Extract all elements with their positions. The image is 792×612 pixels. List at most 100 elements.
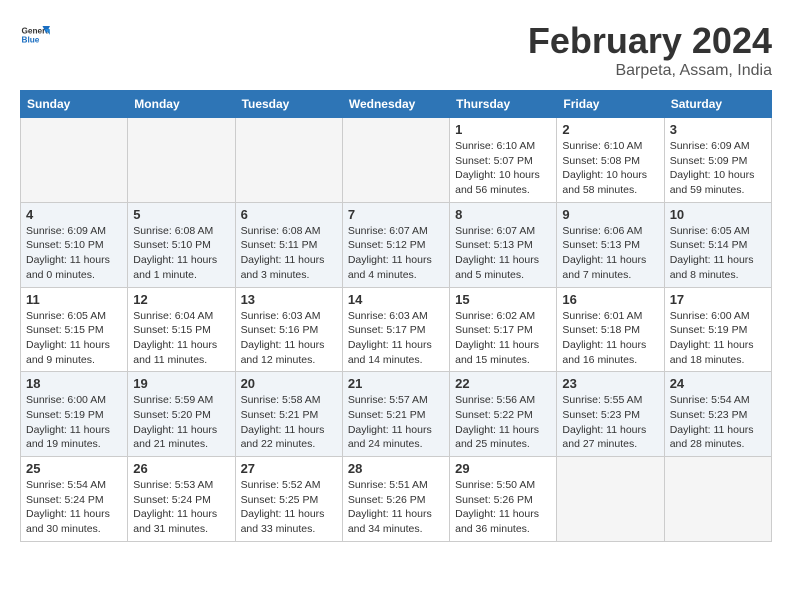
calendar-header-row: SundayMondayTuesdayWednesdayThursdayFrid…	[21, 91, 772, 118]
col-header-saturday: Saturday	[664, 91, 771, 118]
week-row-2: 4Sunrise: 6:09 AM Sunset: 5:10 PM Daylig…	[21, 202, 772, 287]
day-number: 11	[26, 292, 122, 307]
month-title: February 2024	[528, 20, 772, 62]
calendar-cell: 8 Sunrise: 6:07 AM Sunset: 5:13 PM Daylig…	[450, 202, 557, 287]
calendar-cell: 18 Sunrise: 6:00 AM Sunset: 5:19 PM Dayli…	[21, 372, 128, 457]
day-number: 12	[133, 292, 229, 307]
day-detail: Sunrise: 5:52 AM Sunset: 5:25 PM Dayligh…	[241, 478, 337, 537]
calendar-cell: 1 Sunrise: 6:10 AM Sunset: 5:07 PM Daylig…	[450, 118, 557, 203]
day-number: 18	[26, 376, 122, 391]
day-number: 7	[348, 207, 444, 222]
day-detail: Sunrise: 5:54 AM Sunset: 5:23 PM Dayligh…	[670, 393, 766, 452]
calendar-cell: 17 Sunrise: 6:00 AM Sunset: 5:19 PM Dayli…	[664, 287, 771, 372]
calendar-cell: 2Sunrise: 6:10 AM Sunset: 5:08 PM Daylig…	[557, 118, 664, 203]
day-number: 23	[562, 376, 658, 391]
day-detail: Sunrise: 6:07 AM Sunset: 5:12 PM Dayligh…	[348, 224, 444, 283]
day-number: 8	[455, 207, 551, 222]
calendar-cell	[235, 118, 342, 203]
day-number: 3	[670, 122, 766, 137]
day-detail: Sunrise: 5:57 AM Sunset: 5:21 PM Dayligh…	[348, 393, 444, 452]
day-detail: Sunrise: 6:07 AM Sunset: 5:13 PM Dayligh…	[455, 224, 551, 283]
calendar-cell: 4Sunrise: 6:09 AM Sunset: 5:10 PM Daylig…	[21, 202, 128, 287]
calendar-cell: 13 Sunrise: 6:03 AM Sunset: 5:16 PM Dayli…	[235, 287, 342, 372]
day-number: 24	[670, 376, 766, 391]
title-area: February 2024 Barpeta, Assam, India	[528, 20, 772, 80]
day-detail: Sunrise: 6:03 AM Sunset: 5:16 PM Dayligh…	[241, 309, 337, 368]
day-number: 26	[133, 461, 229, 476]
day-detail: Sunrise: 6:10 AM Sunset: 5:07 PM Dayligh…	[455, 139, 551, 198]
day-detail: Sunrise: 5:54 AM Sunset: 5:24 PM Dayligh…	[26, 478, 122, 537]
calendar-cell: 21 Sunrise: 5:57 AM Sunset: 5:21 PM Dayli…	[342, 372, 449, 457]
logo-icon: General Blue	[20, 20, 50, 50]
calendar-cell	[342, 118, 449, 203]
calendar-cell: 27 Sunrise: 5:52 AM Sunset: 5:25 PM Dayli…	[235, 457, 342, 542]
calendar-cell	[557, 457, 664, 542]
calendar-cell	[128, 118, 235, 203]
calendar-cell: 9Sunrise: 6:06 AM Sunset: 5:13 PM Daylig…	[557, 202, 664, 287]
col-header-tuesday: Tuesday	[235, 91, 342, 118]
day-number: 28	[348, 461, 444, 476]
col-header-thursday: Thursday	[450, 91, 557, 118]
day-number: 13	[241, 292, 337, 307]
day-number: 15	[455, 292, 551, 307]
col-header-monday: Monday	[128, 91, 235, 118]
day-detail: Sunrise: 5:56 AM Sunset: 5:22 PM Dayligh…	[455, 393, 551, 452]
day-detail: Sunrise: 6:05 AM Sunset: 5:14 PM Dayligh…	[670, 224, 766, 283]
calendar-cell: 15 Sunrise: 6:02 AM Sunset: 5:17 PM Dayli…	[450, 287, 557, 372]
calendar-cell: 26 Sunrise: 5:53 AM Sunset: 5:24 PM Dayli…	[128, 457, 235, 542]
day-number: 16	[562, 292, 658, 307]
day-number: 21	[348, 376, 444, 391]
week-row-3: 11 Sunrise: 6:05 AM Sunset: 5:15 PM Dayli…	[21, 287, 772, 372]
calendar-cell: 19 Sunrise: 5:59 AM Sunset: 5:20 PM Dayli…	[128, 372, 235, 457]
day-number: 20	[241, 376, 337, 391]
day-detail: Sunrise: 6:04 AM Sunset: 5:15 PM Dayligh…	[133, 309, 229, 368]
calendar-table: SundayMondayTuesdayWednesdayThursdayFrid…	[20, 90, 772, 542]
day-number: 25	[26, 461, 122, 476]
calendar-cell: 22 Sunrise: 5:56 AM Sunset: 5:22 PM Dayli…	[450, 372, 557, 457]
day-number: 29	[455, 461, 551, 476]
day-detail: Sunrise: 6:00 AM Sunset: 5:19 PM Dayligh…	[670, 309, 766, 368]
calendar-cell: 6Sunrise: 6:08 AM Sunset: 5:11 PM Daylig…	[235, 202, 342, 287]
day-detail: Sunrise: 6:09 AM Sunset: 5:09 PM Dayligh…	[670, 139, 766, 198]
calendar-cell	[664, 457, 771, 542]
day-detail: Sunrise: 5:59 AM Sunset: 5:20 PM Dayligh…	[133, 393, 229, 452]
calendar-cell: 23 Sunrise: 5:55 AM Sunset: 5:23 PM Dayli…	[557, 372, 664, 457]
day-number: 1	[455, 122, 551, 137]
day-number: 19	[133, 376, 229, 391]
day-detail: Sunrise: 6:02 AM Sunset: 5:17 PM Dayligh…	[455, 309, 551, 368]
calendar-cell: 7 Sunrise: 6:07 AM Sunset: 5:12 PM Daylig…	[342, 202, 449, 287]
location-title: Barpeta, Assam, India	[528, 62, 772, 80]
svg-text:Blue: Blue	[22, 36, 40, 45]
day-detail: Sunrise: 6:05 AM Sunset: 5:15 PM Dayligh…	[26, 309, 122, 368]
calendar-cell: 25 Sunrise: 5:54 AM Sunset: 5:24 PM Dayli…	[21, 457, 128, 542]
logo: General Blue	[20, 20, 50, 50]
calendar-cell: 12 Sunrise: 6:04 AM Sunset: 5:15 PM Dayli…	[128, 287, 235, 372]
day-number: 9	[562, 207, 658, 222]
calendar-cell	[21, 118, 128, 203]
day-detail: Sunrise: 6:01 AM Sunset: 5:18 PM Dayligh…	[562, 309, 658, 368]
day-detail: Sunrise: 5:55 AM Sunset: 5:23 PM Dayligh…	[562, 393, 658, 452]
week-row-4: 18 Sunrise: 6:00 AM Sunset: 5:19 PM Dayli…	[21, 372, 772, 457]
calendar-cell: 11 Sunrise: 6:05 AM Sunset: 5:15 PM Dayli…	[21, 287, 128, 372]
day-number: 14	[348, 292, 444, 307]
day-number: 6	[241, 207, 337, 222]
day-detail: Sunrise: 5:58 AM Sunset: 5:21 PM Dayligh…	[241, 393, 337, 452]
col-header-friday: Friday	[557, 91, 664, 118]
day-number: 5	[133, 207, 229, 222]
page-header: General Blue February 2024 Barpeta, Assa…	[20, 20, 772, 80]
week-row-1: 1 Sunrise: 6:10 AM Sunset: 5:07 PM Daylig…	[21, 118, 772, 203]
day-number: 17	[670, 292, 766, 307]
calendar-cell: 3 Sunrise: 6:09 AM Sunset: 5:09 PM Daylig…	[664, 118, 771, 203]
calendar-cell: 29Sunrise: 5:50 AM Sunset: 5:26 PM Dayli…	[450, 457, 557, 542]
day-number: 27	[241, 461, 337, 476]
calendar-cell: 20 Sunrise: 5:58 AM Sunset: 5:21 PM Dayli…	[235, 372, 342, 457]
day-detail: Sunrise: 6:03 AM Sunset: 5:17 PM Dayligh…	[348, 309, 444, 368]
col-header-sunday: Sunday	[21, 91, 128, 118]
day-detail: Sunrise: 6:00 AM Sunset: 5:19 PM Dayligh…	[26, 393, 122, 452]
calendar-cell: 16 Sunrise: 6:01 AM Sunset: 5:18 PM Dayli…	[557, 287, 664, 372]
day-number: 22	[455, 376, 551, 391]
calendar-cell: 24 Sunrise: 5:54 AM Sunset: 5:23 PM Dayli…	[664, 372, 771, 457]
day-detail: Sunrise: 5:51 AM Sunset: 5:26 PM Dayligh…	[348, 478, 444, 537]
day-detail: Sunrise: 5:53 AM Sunset: 5:24 PM Dayligh…	[133, 478, 229, 537]
week-row-5: 25 Sunrise: 5:54 AM Sunset: 5:24 PM Dayli…	[21, 457, 772, 542]
